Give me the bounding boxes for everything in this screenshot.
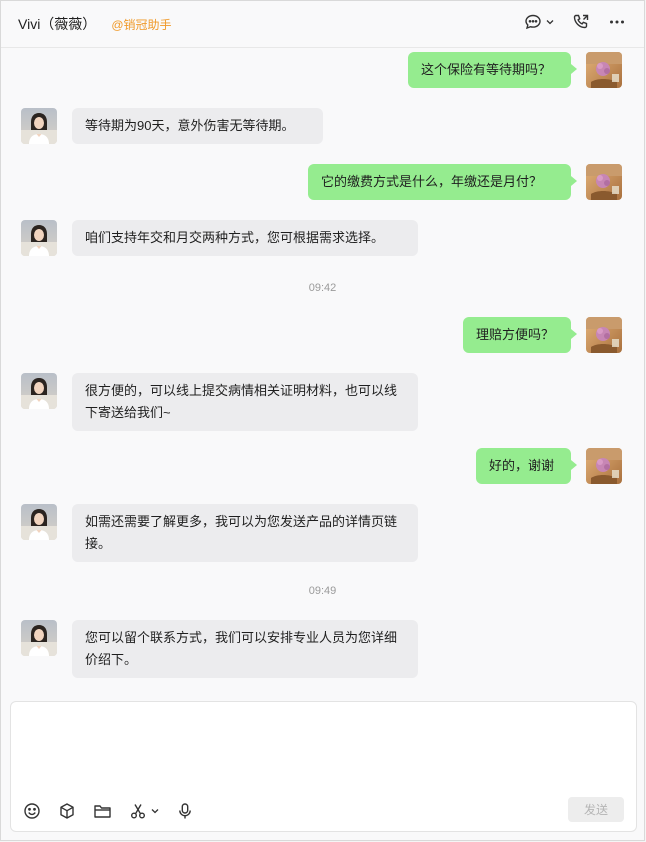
outgoing-message: 它的缴费方式是什么，年缴还是月付？ bbox=[1, 164, 644, 200]
message-bubble[interactable]: 好的，谢谢 bbox=[476, 448, 577, 484]
my-avatar[interactable] bbox=[586, 317, 622, 353]
outgoing-message: 理赔方便吗？ bbox=[1, 317, 644, 353]
contact-tag: @销冠助手 bbox=[111, 17, 172, 32]
incoming-message: 很方便的，可以线上提交病情相关证明材料，也可以线下寄送给我们~ bbox=[1, 373, 644, 431]
send-button[interactable]: 发送 bbox=[568, 797, 624, 822]
package-icon[interactable] bbox=[58, 802, 76, 820]
chevron-down-icon[interactable] bbox=[151, 807, 159, 815]
message-bubble[interactable]: 很方便的，可以线上提交病情相关证明材料，也可以线下寄送给我们~ bbox=[72, 373, 418, 431]
message-bubble[interactable]: 您可以留个联系方式，我们可以安排专业人员为您详细价绍下。 bbox=[72, 620, 418, 678]
more-icon[interactable] bbox=[608, 13, 626, 31]
message-composer[interactable]: 发送 bbox=[10, 701, 637, 832]
chat-bubble-icon[interactable] bbox=[524, 13, 554, 31]
message-bubble[interactable]: 如需还需要了解更多，我可以为您发送产品的详情页链接。 bbox=[72, 504, 418, 562]
emoji-icon[interactable] bbox=[23, 802, 41, 820]
chevron-down-icon[interactable] bbox=[546, 18, 554, 26]
contact-avatar[interactable] bbox=[21, 373, 57, 409]
phone-icon[interactable] bbox=[572, 13, 590, 31]
message-bubble[interactable]: 它的缴费方式是什么，年缴还是月付？ bbox=[308, 164, 577, 200]
message-bubble[interactable]: 理赔方便吗？ bbox=[463, 317, 577, 353]
composer-toolbar bbox=[23, 802, 194, 820]
scissors-icon[interactable] bbox=[129, 802, 159, 820]
my-avatar[interactable] bbox=[586, 448, 622, 484]
chat-header: Vivi（薇薇） @销冠助手 bbox=[1, 1, 644, 48]
timestamp: 09:49 bbox=[308, 585, 337, 597]
contact-avatar[interactable] bbox=[21, 108, 57, 144]
message-bubble[interactable]: 等待期为90天，意外伤害无等待期。 bbox=[72, 108, 323, 144]
my-avatar[interactable] bbox=[586, 164, 622, 200]
incoming-message: 咱们支持年交和月交两种方式，您可根据需求选择。 bbox=[1, 220, 644, 256]
incoming-message: 如需还需要了解更多，我可以为您发送产品的详情页链接。 bbox=[1, 504, 644, 562]
my-avatar[interactable] bbox=[586, 52, 622, 88]
chat-window: Vivi（薇薇） @销冠助手 这个保险有等待期吗？ 等待期为90天，意外伤害无等… bbox=[0, 0, 645, 841]
message-list[interactable]: 这个保险有等待期吗？ 等待期为90天，意外伤害无等待期。 它的缴费方式是什么，年… bbox=[1, 48, 644, 701]
contact-avatar[interactable] bbox=[21, 220, 57, 256]
microphone-icon[interactable] bbox=[176, 802, 194, 820]
outgoing-message: 这个保险有等待期吗？ bbox=[1, 52, 644, 88]
message-bubble[interactable]: 咱们支持年交和月交两种方式，您可根据需求选择。 bbox=[72, 220, 418, 256]
header-actions bbox=[524, 13, 626, 31]
folder-icon[interactable] bbox=[93, 802, 112, 820]
message-bubble[interactable]: 这个保险有等待期吗？ bbox=[408, 52, 577, 88]
incoming-message: 您可以留个联系方式，我们可以安排专业人员为您详细价绍下。 bbox=[1, 620, 644, 678]
contact-avatar[interactable] bbox=[21, 620, 57, 656]
contact-avatar[interactable] bbox=[21, 504, 57, 540]
timestamp: 09:42 bbox=[308, 282, 337, 294]
outgoing-message: 好的，谢谢 bbox=[1, 448, 644, 484]
incoming-message: 等待期为90天，意外伤害无等待期。 bbox=[1, 108, 644, 144]
contact-name[interactable]: Vivi（薇薇） bbox=[18, 14, 96, 34]
